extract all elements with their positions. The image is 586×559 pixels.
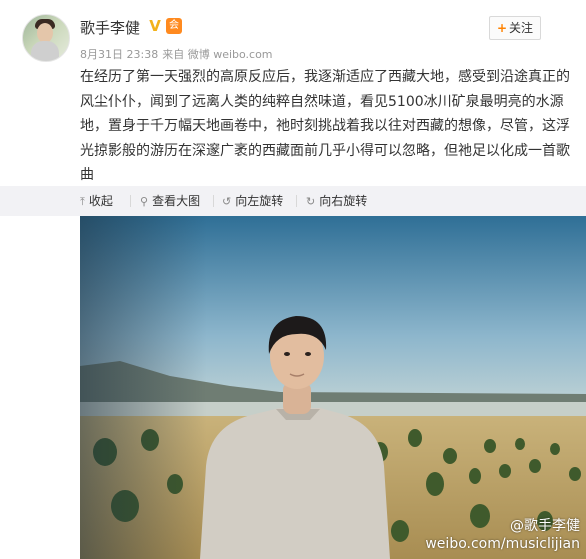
post-photo[interactable]: @歌手李健 weibo.com/musiclijian	[80, 216, 586, 559]
toolbar-divider	[213, 195, 214, 207]
collapse-icon: ⤒	[80, 195, 85, 208]
rotate-right-label: 向右旋转	[319, 194, 368, 208]
avatar[interactable]	[22, 14, 70, 62]
watermark-url: weibo.com/musiclijian	[425, 536, 580, 552]
rotate-left-label: 向左旋转	[235, 194, 284, 208]
post-timestamp[interactable]: 8月31日 23:38	[80, 48, 158, 61]
photo-illustration	[80, 216, 586, 559]
post-header: 歌手李健 V 会 8月31日 23:38 来自 微博 weibo.com + 关注	[0, 0, 586, 64]
avatar-body	[31, 41, 59, 61]
rotate-left-icon: ↺	[222, 195, 232, 208]
magnifier-icon: ⚲	[140, 195, 149, 208]
view-large-label: 查看大图	[152, 194, 201, 208]
toolbar-divider	[296, 195, 297, 207]
user-name[interactable]: 歌手李健	[80, 17, 140, 38]
follow-button[interactable]: + 关注	[489, 16, 541, 40]
rotate-left-button[interactable]: ↺ 向左旋转	[222, 186, 283, 216]
view-large-button[interactable]: ⚲ 查看大图	[140, 186, 200, 216]
collapse-label: 收起	[88, 194, 113, 208]
toolbar-divider	[130, 195, 131, 207]
photo-watermark: @歌手李健 weibo.com/musiclijian	[425, 517, 580, 553]
image-toolbar: ⤒ 收起 ⚲ 查看大图 ↺ 向左旋转 ↻ 向右旋转	[0, 186, 586, 216]
avatar-face	[37, 23, 53, 43]
vip-member-icon[interactable]: 会	[166, 18, 182, 34]
watermark-name: @歌手李健	[510, 518, 580, 534]
rotate-right-button[interactable]: ↻ 向右旋转	[306, 186, 367, 216]
plus-icon: +	[496, 21, 508, 35]
verified-icon[interactable]: V	[147, 18, 163, 34]
post-text: 在经历了第一天强烈的高原反应后，我逐渐适应了西藏大地，感受到沿途真正的风尘仆仆，…	[80, 69, 570, 183]
post-meta: 8月31日 23:38 来自 微博 weibo.com	[80, 46, 277, 62]
follow-button-label: 关注	[509, 21, 534, 35]
collapse-button[interactable]: ⤒ 收起	[80, 186, 113, 216]
post-source[interactable]: 来自 微博 weibo.com	[162, 48, 272, 61]
rotate-right-icon: ↻	[306, 195, 316, 208]
